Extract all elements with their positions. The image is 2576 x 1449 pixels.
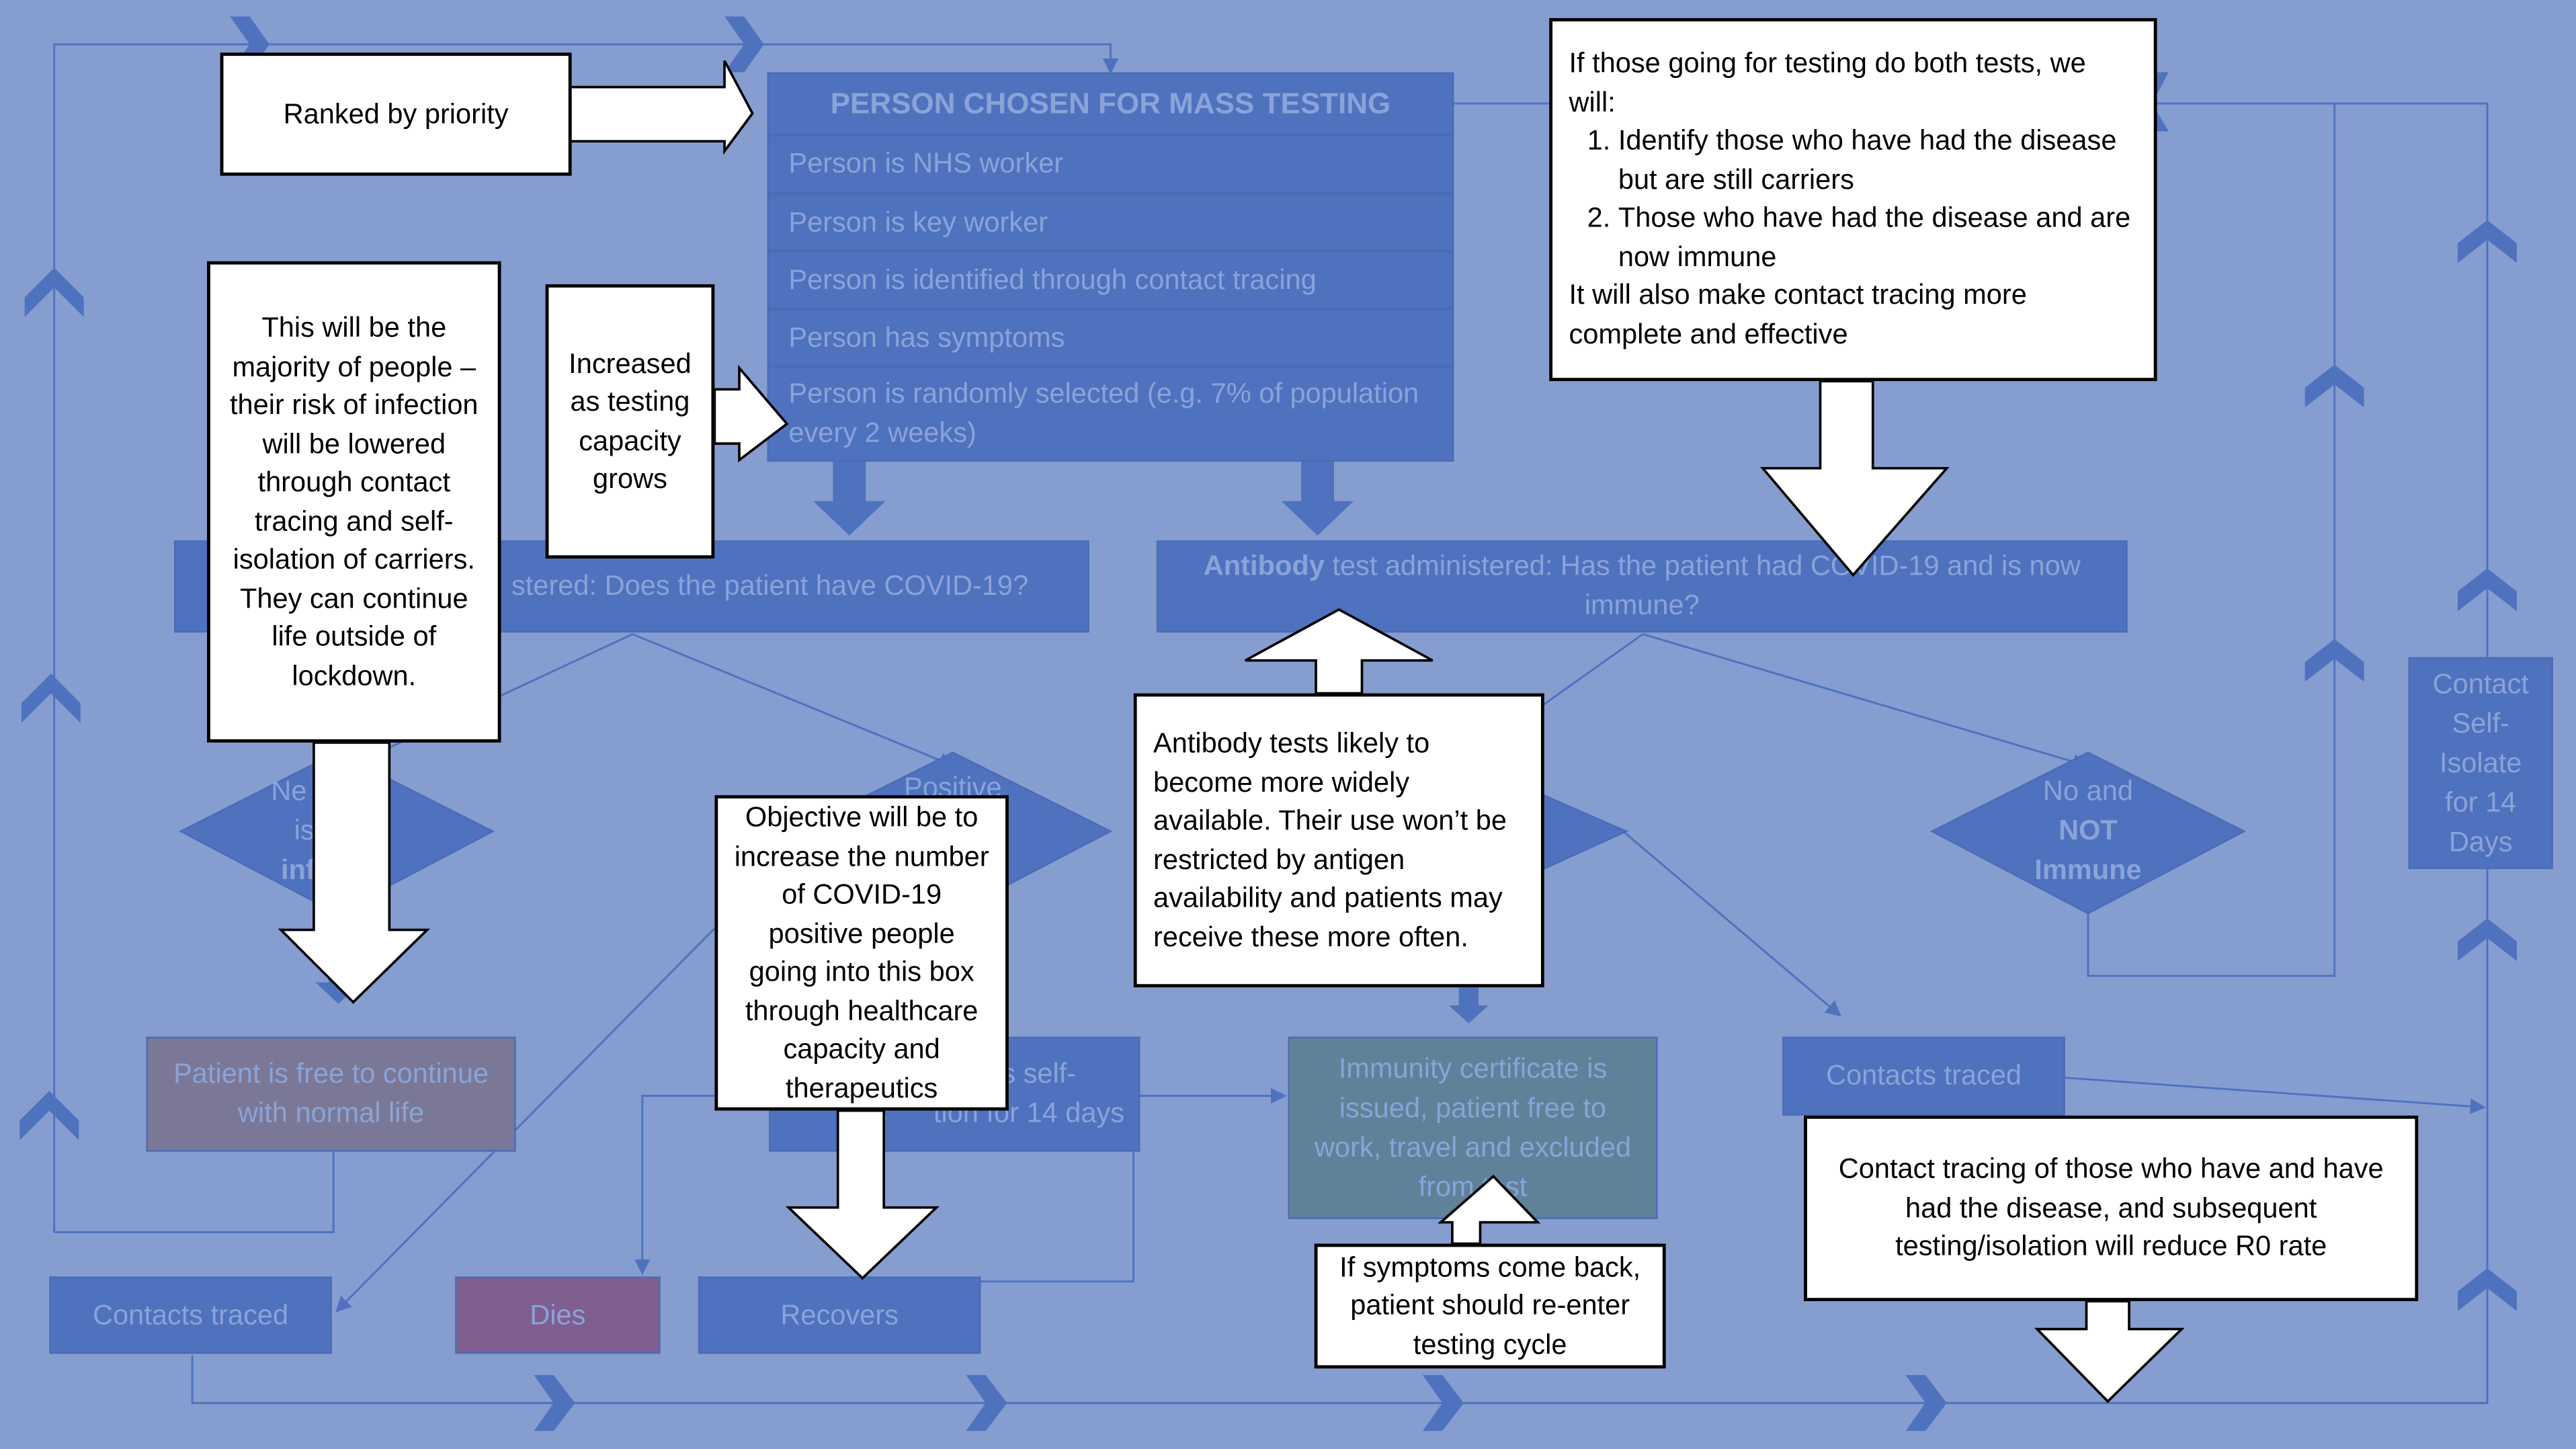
both-tests-outro: It will also make contact tracing more c…	[1569, 279, 2027, 349]
both-tests-item: Those who have had the disease and are n…	[1618, 199, 2137, 276]
callout-increased: Increased as testing capacity grows	[545, 284, 715, 559]
arrow-up-icon	[1437, 1174, 1541, 1245]
arrow-down-icon	[1759, 380, 1950, 577]
arrow-down-icon	[785, 1109, 940, 1280]
arrow-right-icon	[713, 364, 789, 463]
both-tests-item: Identify those who have had the disease …	[1618, 122, 2137, 199]
callout-both-tests: If those going for testing do both tests…	[1549, 17, 2157, 382]
both-tests-intro: If those going for testing do both tests…	[1569, 47, 2086, 118]
callout-majority: This will be the majority of people – th…	[207, 261, 501, 743]
callout-contact-tracing-r0: Contact tracing of those who have and ha…	[1804, 1115, 2419, 1302]
arrow-up-icon	[1245, 608, 1434, 695]
callout-symptoms-back: If symptoms come back, patient should re…	[1314, 1243, 1666, 1369]
arrow-down-icon	[2034, 1300, 2185, 1403]
flowchart-canvas: PERSON CHOSEN FOR MASS TESTING Person is…	[0, 0, 2576, 1449]
arrow-right-icon	[569, 60, 754, 155]
callout-ranked: Ranked by priority	[220, 52, 572, 176]
callout-antibody-availability: Antibody tests likely to become more wid…	[1133, 693, 1544, 988]
callout-objective: Objective will be to increase the number…	[714, 795, 1009, 1111]
arrow-down-icon	[278, 741, 431, 1004]
